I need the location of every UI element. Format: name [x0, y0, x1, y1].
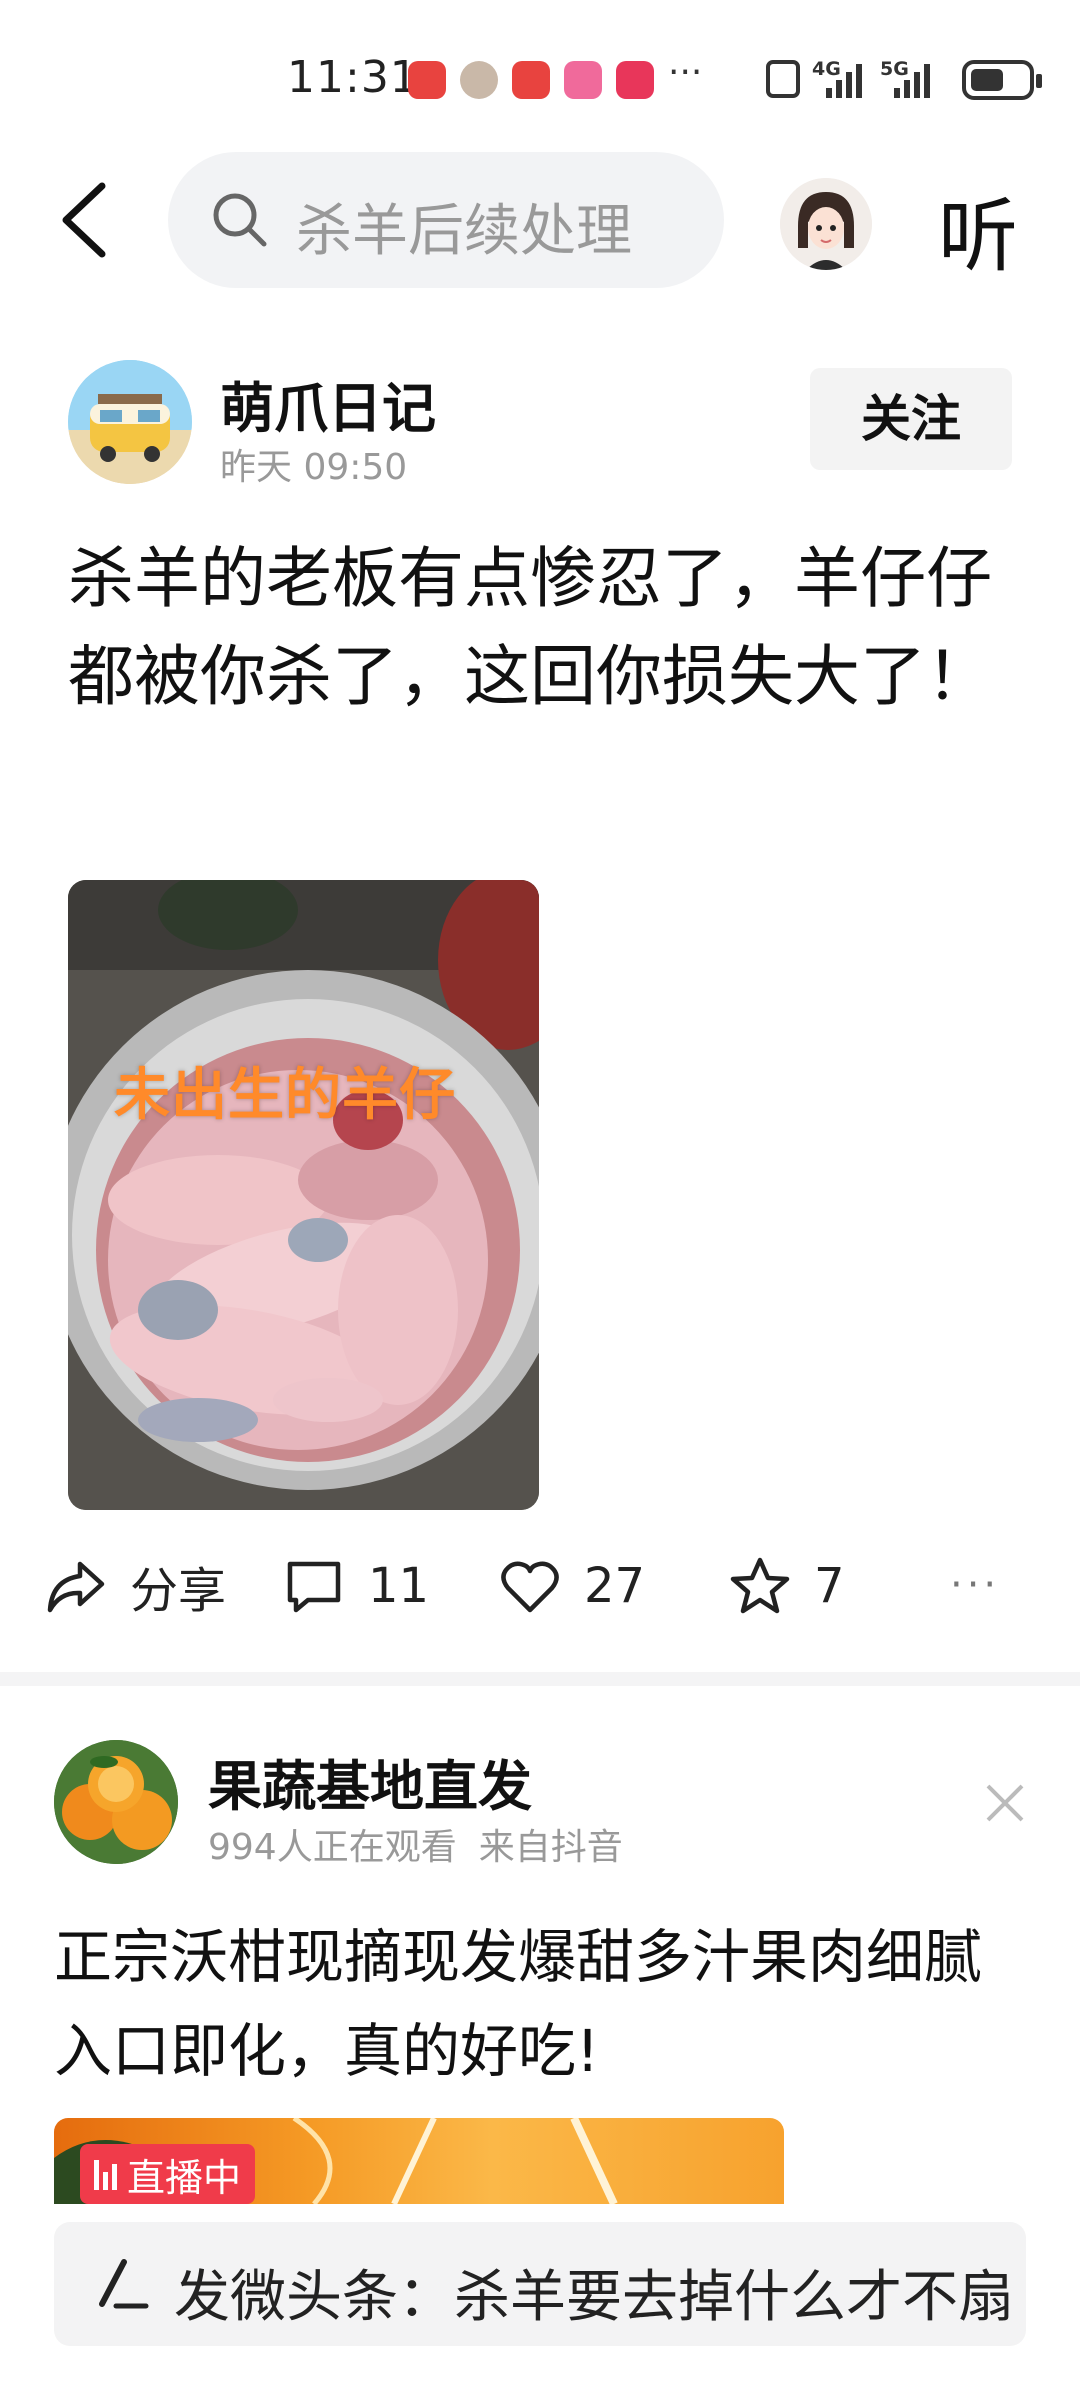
chevron-left-icon: [62, 182, 106, 258]
signal-bars-icon: [826, 62, 862, 98]
share-icon: [47, 1561, 105, 1613]
post-timestamp: 昨天 09:50: [220, 447, 408, 488]
live-stream-preview[interactable]: 直播中: [54, 2118, 784, 2204]
author-avatar[interactable]: [68, 360, 192, 484]
nfc-icon: [766, 60, 800, 98]
search-input[interactable]: 杀羊后续处理: [168, 152, 724, 288]
more-options-button[interactable]: ···: [950, 1562, 1000, 1608]
image-caption: 未出生的羊仔: [114, 1063, 456, 1128]
compose-post-input[interactable]: 发微头条：杀羊要去掉什么才不扇: [54, 2222, 1026, 2346]
avatar-app-icon: [460, 61, 498, 99]
share-button[interactable]: 分享: [44, 1550, 226, 1622]
pen-icon: [99, 2259, 149, 2309]
van-photo-icon: [68, 360, 192, 484]
viewer-count: 994人正在观看: [208, 1827, 457, 1868]
video-app-icon: [616, 61, 654, 99]
status-more-icon: ···: [668, 52, 703, 93]
status-time: 11:31: [287, 52, 419, 103]
comment-button[interactable]: 11: [282, 1550, 429, 1622]
comment-count: 11: [368, 1558, 430, 1614]
bilibili-app-icon: [564, 61, 602, 99]
star-icon: [730, 1557, 790, 1614]
favorite-count: 7: [814, 1558, 845, 1614]
like-count: 27: [584, 1558, 646, 1614]
search-placeholder: 杀羊后续处理: [296, 199, 632, 264]
post-body-text[interactable]: 正宗沃柑现摘现发爆甜多汁果肉细腻入口即化，真的好吃!: [54, 1910, 1034, 2098]
favorite-button[interactable]: 7: [728, 1550, 845, 1622]
battery-icon: [962, 60, 1042, 100]
oranges-photo-icon: [54, 1740, 178, 1864]
comment-icon: [287, 1561, 341, 1613]
huawei-app-icon: [408, 61, 446, 99]
user-avatar[interactable]: [780, 178, 872, 270]
share-label: 分享: [130, 1563, 227, 1619]
post-body-text[interactable]: 杀羊的老板有点惨忍了，羊仔仔都被你杀了，这回你损失大了！: [68, 530, 1028, 726]
author-name[interactable]: 萌爪日记: [220, 364, 436, 443]
listen-button[interactable]: 听: [938, 172, 1018, 288]
live-meta: 994人正在观看 来自抖音: [208, 1818, 645, 1870]
cartoon-avatar-icon: [780, 178, 872, 270]
mail-app-icon: [512, 61, 550, 99]
author-name[interactable]: 果蔬基地直发: [208, 1742, 532, 1821]
live-badge-label: 直播中: [127, 2155, 242, 2200]
close-icon: [986, 1784, 1024, 1822]
compose-prompt: 发微头条：杀羊要去掉什么才不扇: [174, 2265, 1014, 2330]
follow-button[interactable]: 关注: [810, 368, 1012, 470]
author-avatar[interactable]: [54, 1740, 178, 1864]
live-badge: 直播中: [80, 2144, 256, 2204]
close-button[interactable]: [980, 1778, 1030, 1828]
post-image[interactable]: 未出生的羊仔: [68, 880, 539, 1510]
source-label: 来自抖音: [478, 1827, 623, 1868]
bowl-photo: [68, 880, 539, 1510]
live-bars-icon: [94, 2158, 117, 2190]
heart-icon: [501, 1561, 559, 1613]
feed-divider: [0, 1672, 1080, 1686]
search-icon: [213, 193, 267, 247]
back-button[interactable]: [58, 180, 110, 260]
like-button[interactable]: 27: [498, 1550, 645, 1622]
signal-bars-icon: [894, 62, 930, 98]
